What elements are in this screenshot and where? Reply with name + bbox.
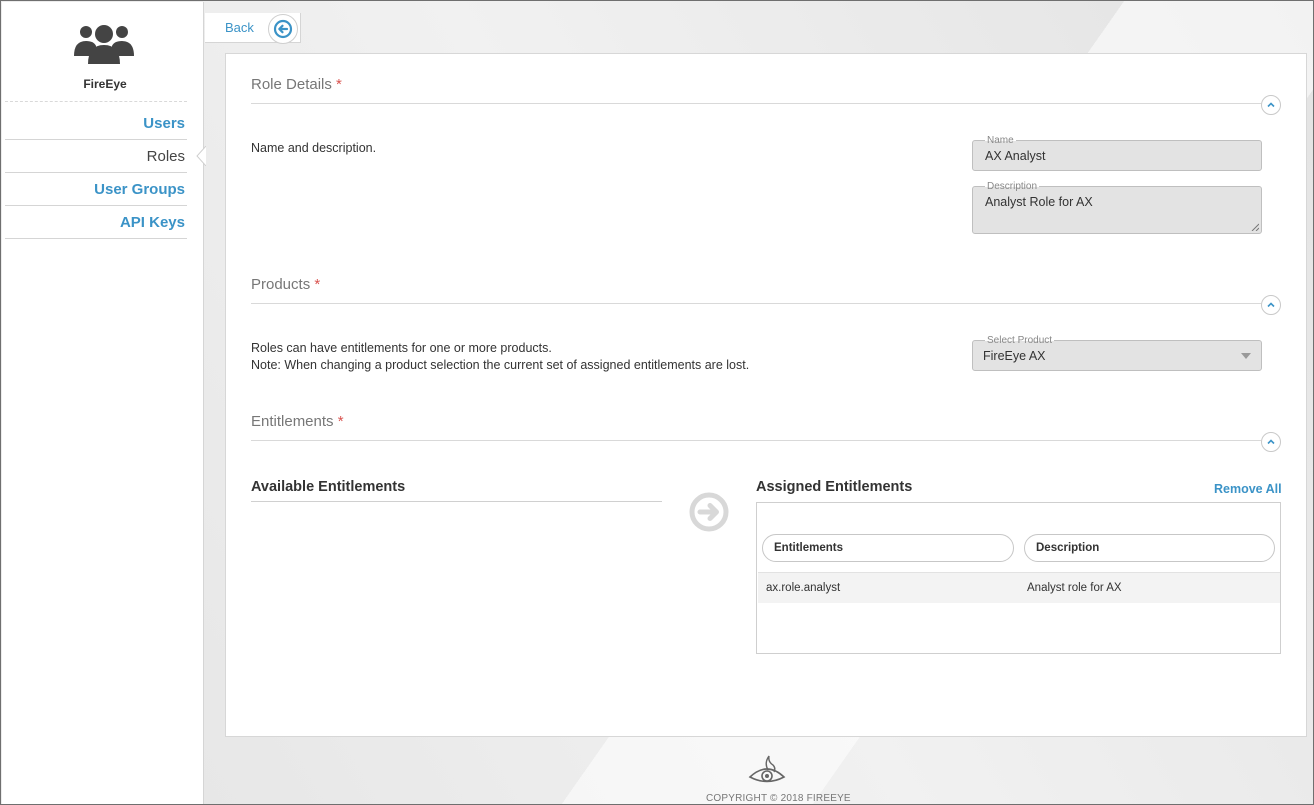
section-title-text: Entitlements: [251, 413, 334, 430]
sidebar-item-roles[interactable]: Roles: [5, 140, 206, 173]
products-description: Roles can have entitlements for one or m…: [251, 340, 749, 374]
sidebar-item-user-groups[interactable]: User Groups: [5, 173, 187, 206]
description-field-label: Description: [985, 181, 1040, 192]
sidebar: FireEye Users Roles User Groups API Keys: [2, 2, 206, 804]
description-cell: Analyst role for AX: [1027, 582, 1122, 594]
brand-name: FireEye: [83, 77, 127, 91]
chevron-up-icon: [1267, 439, 1275, 445]
available-entitlements-divider: [251, 501, 662, 502]
name-field-value: AX Analyst: [985, 149, 1046, 163]
section-divider: [251, 303, 1261, 304]
section-divider: [251, 103, 1261, 104]
select-product-value: FireEye AX: [983, 349, 1046, 363]
select-product-dropdown[interactable]: Select Product FireEye AX: [972, 335, 1262, 371]
resize-grip-icon[interactable]: [1251, 223, 1259, 231]
column-header-description[interactable]: Description: [1024, 534, 1275, 562]
sidebar-item-label: Users: [143, 115, 185, 132]
select-product-label: Select Product: [985, 335, 1055, 346]
description-field-value: Analyst Role for AX: [985, 195, 1093, 209]
chevron-up-icon: [1267, 102, 1275, 108]
back-link[interactable]: Back: [225, 20, 254, 35]
required-mark: *: [314, 276, 321, 293]
sidebar-item-users[interactable]: Users: [5, 107, 187, 140]
available-entitlements-title: Available Entitlements: [251, 479, 406, 495]
back-button[interactable]: [268, 14, 298, 44]
remove-all-link[interactable]: Remove All: [1214, 482, 1282, 496]
required-mark: *: [336, 76, 342, 93]
app-frame: FireEye Users Roles User Groups API Keys…: [0, 0, 1314, 805]
section-title-products: Products *: [251, 276, 320, 293]
chevron-up-icon: [1267, 302, 1275, 308]
arrow-right-circle-icon[interactable]: [687, 490, 731, 534]
section-title-text: Products: [251, 276, 311, 293]
required-mark: *: [337, 413, 344, 430]
arrow-left-circle-icon: [273, 19, 293, 39]
sidebar-item-label: API Keys: [119, 214, 185, 231]
collapse-role-details-button[interactable]: [1261, 95, 1281, 115]
section-title-entitlements: Entitlements *: [251, 413, 344, 430]
sidebar-item-label: Roles: [146, 148, 185, 165]
active-pointer-icon: [196, 146, 206, 166]
description-field[interactable]: Description Analyst Role for AX: [972, 181, 1262, 234]
entitlement-cell: ax.role.analyst: [766, 582, 841, 594]
sidebar-item-api-keys[interactable]: API Keys: [5, 206, 187, 239]
role-form-panel: Role Details * Name and description. Nam…: [225, 53, 1307, 737]
section-title-role-details: Role Details *: [251, 76, 342, 93]
collapse-products-button[interactable]: [1261, 295, 1281, 315]
back-bar: Back: [205, 13, 301, 44]
assigned-entitlements-title: Assigned Entitlements: [756, 479, 913, 495]
copyright-text: COPYRIGHT © 2018 FIREEYE: [706, 793, 851, 804]
section-divider: [251, 440, 1261, 441]
fireeye-eye-logo-icon: [748, 755, 786, 783]
collapse-entitlements-button[interactable]: [1261, 432, 1281, 452]
role-details-description: Name and description.: [251, 141, 377, 155]
name-field-label: Name: [985, 135, 1016, 146]
chevron-down-icon: [1241, 353, 1251, 359]
column-header-entitlements[interactable]: Entitlements: [762, 534, 1014, 562]
assigned-entitlements-table: Entitlements Description ax.role.analyst…: [756, 502, 1281, 654]
table-row[interactable]: ax.role.analyst Analyst role for AX: [758, 572, 1280, 603]
products-note: Note: When changing a product selection …: [251, 358, 750, 372]
section-title-text: Role Details: [251, 76, 332, 93]
products-line-1: Roles can have entitlements for one or m…: [251, 341, 552, 355]
name-field[interactable]: Name AX Analyst: [972, 135, 1262, 171]
sidebar-nav: Users Roles User Groups API Keys: [5, 107, 206, 239]
brand: FireEye: [5, 2, 187, 102]
users-group-icon: [74, 25, 134, 64]
sidebar-item-label: User Groups: [94, 181, 185, 198]
